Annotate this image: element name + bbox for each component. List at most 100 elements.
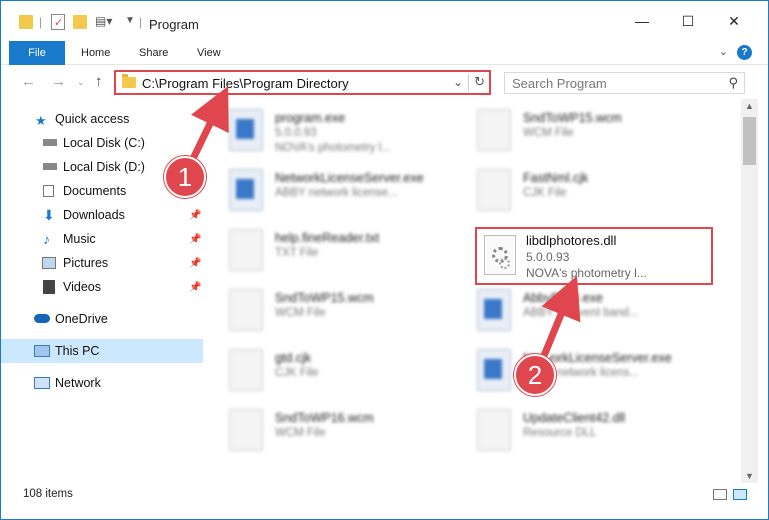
window-title: Program [149,17,199,32]
large-icons-view-icon[interactable] [733,489,747,500]
dll-gear-icon [484,235,516,275]
file-type: CJK File [523,187,567,199]
sidebar-item-local-disk-c[interactable]: Local Disk (C:) [1,131,203,155]
gear-icon [499,258,510,269]
sidebar-item-label: Downloads [63,208,125,222]
file-name: SndToWP15.wcm [275,291,374,305]
file-item[interactable]: FastNml.cjk CJK File [457,161,697,219]
sidebar-item-label: OneDrive [55,312,108,326]
document-icon [477,109,511,151]
pin-icon[interactable]: 📌 [189,210,201,221]
file-description: NOVA's photometry l... [526,266,647,280]
file-item[interactable]: UpdateClient42.dll Resource DLL [457,401,697,459]
file-item[interactable]: program.exe 5.0.0.93 NOVA's photometry l… [209,101,449,159]
pictures-icon [42,257,56,269]
search-icon[interactable]: ⚲ [728,75,738,91]
file-name: program.exe [275,111,346,125]
dropdown-icon[interactable]: ▼ [125,15,135,33]
file-description: NOVA's photometry l... [275,142,391,154]
pin-icon[interactable]: 📌 [189,258,201,269]
address-path: C:\Program Files\Program Directory [142,76,349,91]
up-arrow-icon[interactable]: ↑ [95,73,103,90]
refresh-icon[interactable]: ↻ [474,74,485,90]
sidebar-item-label: Videos [63,280,101,294]
address-bar[interactable]: C:\Program Files\Program Directory ⌄ ↻ [114,70,491,95]
file-item[interactable]: NetworkLicenseServer.exe ABBY network li… [457,341,697,399]
network-icon [34,377,50,389]
close-button[interactable]: ✕ [711,1,757,41]
pin-icon[interactable]: 📌 [189,282,201,293]
sidebar-item-label: This PC [55,344,100,358]
scroll-down-icon[interactable]: ▼ [745,471,754,481]
new-folder-icon[interactable] [73,15,87,29]
sidebar-item-this-pc[interactable]: This PC [1,339,203,363]
download-icon: ⬇ [43,207,55,223]
minimize-button[interactable]: — [619,1,665,41]
file-item[interactable]: SndToWP15.wcm WCM File [457,101,697,159]
file-type: WCM File [275,427,326,439]
file-item[interactable]: AbbyBSTI.exe ABBY sb event band... [457,281,697,339]
sidebar-item-quick-access[interactable]: ★ Quick access [1,107,203,131]
pin-icon[interactable]: 📌 [189,234,201,245]
customize-icon[interactable]: ▤▾ [95,14,112,32]
separator: | [39,15,43,29]
file-item[interactable]: help.fineReader.txt TXT File [209,221,449,279]
sidebar-item-downloads[interactable]: ⬇ Downloads 📌 [1,203,203,227]
vertical-scrollbar[interactable]: ▲ ▼ [741,99,758,483]
help-button[interactable]: ? [737,45,752,60]
scroll-thumb[interactable] [743,117,756,165]
document-icon [477,169,511,211]
sidebar-item-label: Music [63,232,96,246]
file-item[interactable]: SndToWP16.wcm WCM File [209,401,449,459]
file-item[interactable]: NetworkLicenseServer.exe ABBY network li… [209,161,449,219]
file-item[interactable]: gtd.cjk CJK File [209,341,449,399]
item-count: 108 items [23,488,73,500]
sidebar-item-pictures[interactable]: Pictures 📌 [1,251,203,275]
navigation-bar: ← → ⌄ ↑ C:\Program Files\Program Directo… [1,65,768,99]
file-type: CJK File [275,367,319,379]
document-icon [229,229,263,271]
status-bar: 108 items [1,483,768,505]
file-type: Resource DLL [523,427,597,439]
back-arrow-icon[interactable]: ← [21,73,36,90]
scroll-up-icon[interactable]: ▲ [745,101,754,111]
exe-file-icon [229,109,263,151]
document-icon [229,289,263,331]
file-item[interactable]: SndToWP15.wcm WCM File [209,281,449,339]
separator: | [139,15,143,29]
sidebar-item-videos[interactable]: Videos 📌 [1,275,203,299]
file-description: ABBY sb event band... [523,307,639,319]
exe-file-icon [229,169,263,211]
file-type: WCM File [523,127,574,139]
tab-file[interactable]: File [9,41,65,65]
sidebar-item-label: Documents [63,184,127,198]
file-name: SndToWP15.wcm [523,111,622,125]
properties-icon[interactable]: ✓ [51,14,65,30]
divider [468,74,469,91]
maximize-button[interactable]: ☐ [665,1,711,41]
document-icon [229,409,263,451]
sidebar-item-onedrive[interactable]: OneDrive [1,307,203,331]
drive-icon [43,163,57,170]
sidebar-item-network[interactable]: Network [1,371,203,395]
document-icon [229,349,263,391]
search-input[interactable]: Search Program ⚲ [504,72,745,94]
file-description: ABBY network license... [275,187,398,199]
tab-home[interactable]: Home [81,47,110,59]
recent-chevron-icon[interactable]: ⌄ [77,77,85,88]
file-explorer-window: | ✓ ▤▾ ▼ | Program — ☐ ✕ File Home Share… [0,0,769,520]
sidebar-item-music[interactable]: ♪ Music 📌 [1,227,203,251]
details-view-icon[interactable] [713,489,727,500]
tab-view[interactable]: View [197,47,221,59]
sidebar-item-label: Quick access [55,112,130,126]
file-name: NetworkLicenseServer.exe [275,171,424,185]
sidebar-item-label: Local Disk (D:) [63,160,145,174]
file-name: gtd.cjk [275,351,312,365]
highlighted-dll-file[interactable]: libdlphotores.dll 5.0.0.93 NOVA's photom… [475,227,713,285]
expand-ribbon-icon[interactable]: ⌄ [719,45,728,58]
search-placeholder: Search Program [512,76,607,91]
tab-share[interactable]: Share [139,47,168,59]
ribbon-tabs: File Home Share View ⌄ ? [1,41,768,65]
chevron-down-icon[interactable]: ⌄ [453,75,463,89]
forward-arrow-icon[interactable]: → [51,73,66,90]
